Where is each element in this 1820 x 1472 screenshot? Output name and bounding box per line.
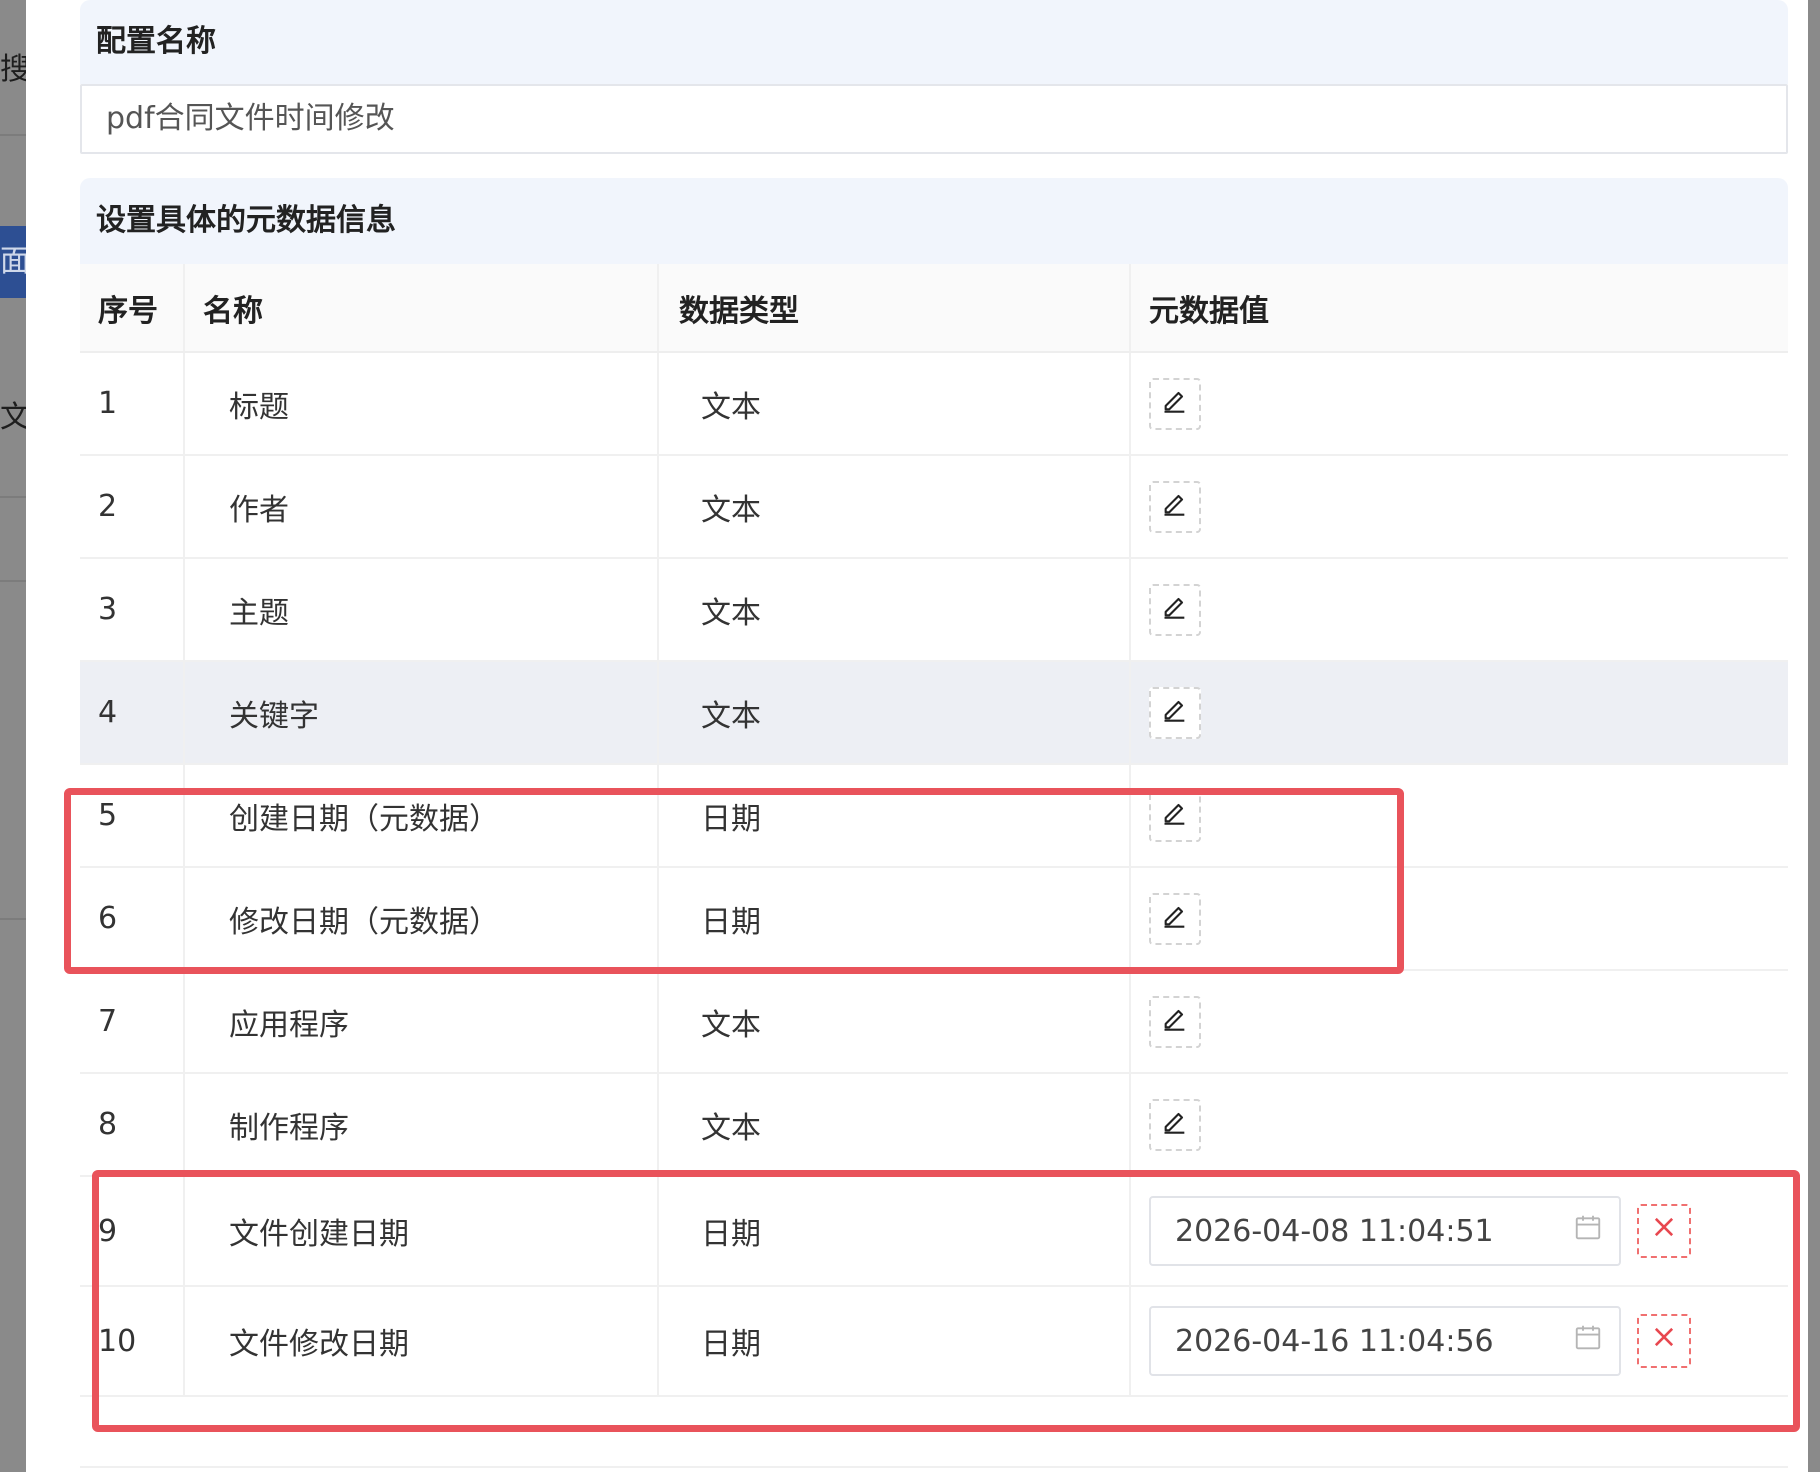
cell-value xyxy=(1130,1073,1788,1177)
edit-value-button[interactable] xyxy=(1149,892,1201,945)
cell-value: 2026-04-16 11:04:56 xyxy=(1130,1286,1788,1397)
cell-type: 日期 xyxy=(658,1176,1131,1287)
background-divider xyxy=(0,918,26,920)
table-bottom-divider xyxy=(80,1466,1788,1468)
cell-type: 文本 xyxy=(658,970,1131,1074)
edit-value-button[interactable] xyxy=(1149,377,1201,430)
date-picker-input[interactable]: 2026-04-08 11:04:51 xyxy=(1149,1196,1621,1266)
edit-value-button[interactable] xyxy=(1149,995,1201,1048)
table-row: 2 作者 文本 xyxy=(80,455,1788,559)
table-row: 9 文件创建日期 日期 2026-04-08 11:04:51 xyxy=(80,1176,1788,1287)
cell-value xyxy=(1130,558,1788,662)
cell-name: 制作程序 xyxy=(184,1073,659,1177)
cell-index: 10 xyxy=(80,1286,185,1397)
table-row: 3 主题 文本 xyxy=(80,558,1788,662)
cell-name: 应用程序 xyxy=(184,970,659,1074)
background-right-edge xyxy=(1808,0,1820,1472)
pencil-icon xyxy=(1161,798,1189,834)
cell-name: 文件创建日期 xyxy=(184,1176,659,1287)
cell-name: 修改日期（元数据） xyxy=(184,867,659,971)
pencil-icon xyxy=(1161,1004,1189,1040)
cell-value xyxy=(1130,661,1788,765)
edit-value-button[interactable] xyxy=(1149,480,1201,533)
cell-value: 2026-04-08 11:04:51 xyxy=(1130,1176,1788,1287)
column-header-name: 名称 xyxy=(184,264,659,353)
cell-index: 4 xyxy=(80,661,185,765)
cell-value xyxy=(1130,352,1788,456)
edit-value-button[interactable] xyxy=(1149,686,1201,739)
cell-name: 主题 xyxy=(184,558,659,662)
cell-name: 文件修改日期 xyxy=(184,1286,659,1397)
cell-value xyxy=(1130,867,1788,971)
cell-type: 日期 xyxy=(658,1286,1131,1397)
background-divider xyxy=(0,496,26,498)
cell-type: 日期 xyxy=(658,764,1131,868)
cell-index: 7 xyxy=(80,970,185,1074)
calendar-icon[interactable] xyxy=(1573,1322,1603,1360)
cell-index: 2 xyxy=(80,455,185,559)
date-value: 2026-04-16 11:04:56 xyxy=(1175,1323,1494,1359)
cell-type: 文本 xyxy=(658,455,1131,559)
metadata-table: 序号 名称 数据类型 元数据值 1 标题 文本 2 作者 文本 3 主题 文本 … xyxy=(80,264,1788,1397)
cell-type: 文本 xyxy=(658,558,1131,662)
column-header-value: 元数据值 xyxy=(1130,264,1788,353)
pencil-icon xyxy=(1161,489,1189,525)
table-row: 6 修改日期（元数据） 日期 xyxy=(80,867,1788,971)
pencil-icon xyxy=(1161,901,1189,937)
calendar-icon[interactable] xyxy=(1573,1212,1603,1250)
table-row: 7 应用程序 文本 xyxy=(80,970,1788,1074)
metadata-config-dialog: 配置名称 pdf合同文件时间修改 设置具体的元数据信息 序号 名称 数据类型 元… xyxy=(26,0,1808,1472)
cell-index: 8 xyxy=(80,1073,185,1177)
cell-value xyxy=(1130,764,1788,868)
cell-index: 5 xyxy=(80,764,185,868)
background-divider xyxy=(0,580,26,582)
pencil-icon xyxy=(1161,695,1189,731)
cell-type: 文本 xyxy=(658,661,1131,765)
pencil-icon xyxy=(1161,1107,1189,1143)
background-divider xyxy=(0,134,26,136)
table-header-row: 序号 名称 数据类型 元数据值 xyxy=(80,264,1788,353)
cell-index: 3 xyxy=(80,558,185,662)
table-row: 4 关键字 文本 xyxy=(80,661,1788,765)
config-name-input[interactable]: pdf合同文件时间修改 xyxy=(80,84,1788,154)
cell-index: 9 xyxy=(80,1176,185,1287)
delete-date-button[interactable] xyxy=(1637,1314,1691,1368)
cell-index: 6 xyxy=(80,867,185,971)
background-text-fragment: 搜 xyxy=(0,52,26,87)
column-header-index: 序号 xyxy=(80,264,185,353)
cell-index: 1 xyxy=(80,352,185,456)
cell-name: 作者 xyxy=(184,455,659,559)
background-active-tab: 面板 xyxy=(0,226,26,298)
column-header-type: 数据类型 xyxy=(658,264,1131,353)
metadata-section-title: 设置具体的元数据信息 xyxy=(80,178,1788,264)
delete-date-button[interactable] xyxy=(1637,1204,1691,1258)
pencil-icon xyxy=(1161,386,1189,422)
cell-type: 日期 xyxy=(658,867,1131,971)
date-value: 2026-04-08 11:04:51 xyxy=(1175,1213,1494,1249)
cell-value xyxy=(1130,455,1788,559)
config-name-label: 配置名称 xyxy=(80,0,1788,84)
table-row: 1 标题 文本 xyxy=(80,352,1788,456)
table-row: 5 创建日期（元数据） 日期 xyxy=(80,764,1788,868)
cell-value xyxy=(1130,970,1788,1074)
cell-type: 文本 xyxy=(658,1073,1131,1177)
edit-value-button[interactable] xyxy=(1149,583,1201,636)
cell-type: 文本 xyxy=(658,352,1131,456)
pencil-icon xyxy=(1161,592,1189,628)
table-row: 8 制作程序 文本 xyxy=(80,1073,1788,1177)
background-text-fragment-2: 文 xyxy=(0,400,26,435)
cell-name: 创建日期（元数据） xyxy=(184,764,659,868)
cell-name: 关键字 xyxy=(184,661,659,765)
edit-value-button[interactable] xyxy=(1149,789,1201,842)
date-picker-input[interactable]: 2026-04-16 11:04:56 xyxy=(1149,1306,1621,1376)
cell-name: 标题 xyxy=(184,352,659,456)
table-row: 10 文件修改日期 日期 2026-04-16 11:04:56 xyxy=(80,1286,1788,1397)
close-icon xyxy=(1650,1323,1678,1359)
edit-value-button[interactable] xyxy=(1149,1098,1201,1151)
close-icon xyxy=(1650,1213,1678,1249)
